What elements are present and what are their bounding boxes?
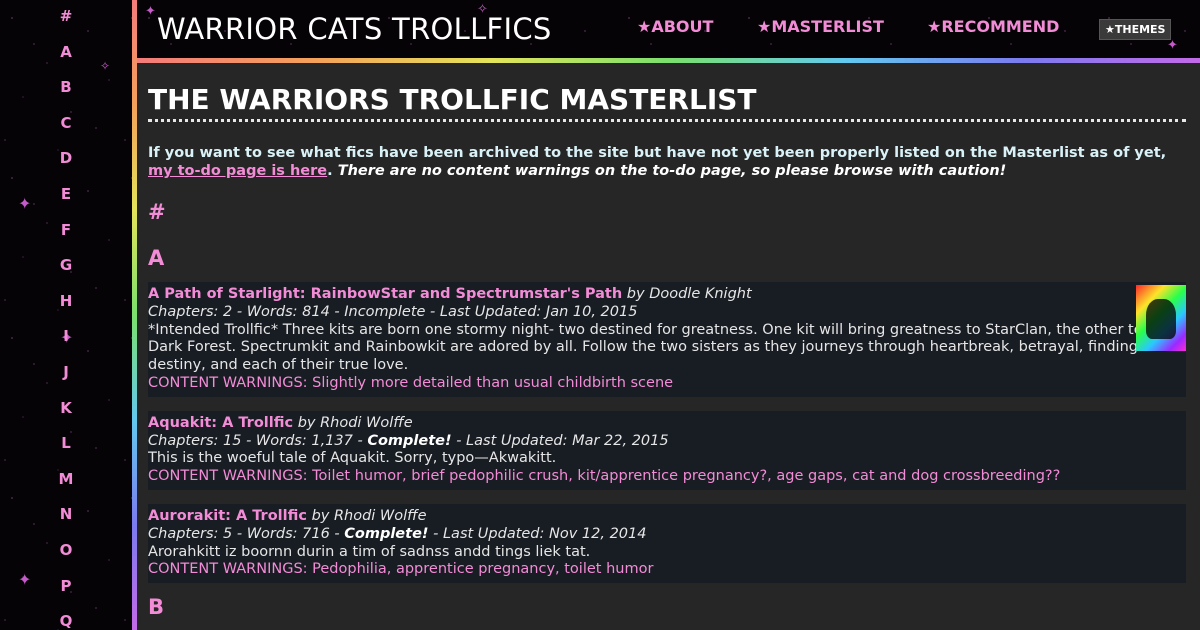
fic-author: by Rhodi Wolffe <box>297 414 413 431</box>
sparkle-icon: ✦ <box>145 4 156 19</box>
todo-page-link[interactable]: my to-do page is here <box>148 163 327 179</box>
fic-content-warnings: CONTENT WARNINGS: Pedophilia, apprentice… <box>148 561 654 578</box>
intro-warning: There are no content warnings on the to-… <box>337 163 1007 179</box>
alpha-link-l[interactable]: L <box>0 431 132 467</box>
fic-summary: This is the woeful tale of Aquakit. Sorr… <box>148 450 557 467</box>
nav-masterlist[interactable]: ★MASTERLIST <box>757 17 884 36</box>
alpha-link-f[interactable]: F <box>0 218 132 254</box>
site-header: ✦ ✧ ✦ WARRIOR CATS TROLLFICS ★ABOUT ★MAS… <box>137 0 1200 58</box>
alphabet-sidebar: ✦ ✦ ✦ ✧ # A B C D E F G H I J K L M N O … <box>0 0 132 630</box>
fic-content-warnings: CONTENT WARNINGS: Slightly more detailed… <box>148 374 674 391</box>
nav-recommend[interactable]: ★RECOMMEND <box>927 17 1059 36</box>
fic-title-row: A Path of Starlight: RainbowStar and Spe… <box>148 286 1186 304</box>
sparkle-icon: ✦ <box>1167 38 1178 53</box>
fic-title-link[interactable]: A Path of Starlight: RainbowStar and Spe… <box>148 286 622 302</box>
fic-meta-stats: Chapters: 15 - Words: 1,137 - <box>148 432 368 449</box>
alpha-link-b[interactable]: B <box>0 75 132 111</box>
fic-list: A Path of Starlight: RainbowStar and Spe… <box>148 282 1186 584</box>
nav-about[interactable]: ★ABOUT <box>637 17 713 36</box>
alphabet-nav: # A B C D E F G H I J K L M N O P Q <box>0 4 132 630</box>
fic-cover-thumbnail[interactable] <box>1136 285 1186 351</box>
alpha-link-h[interactable]: H <box>0 289 132 325</box>
fic-entry: A Path of Starlight: RainbowStar and Spe… <box>148 282 1186 397</box>
fic-status: Complete! <box>344 525 429 542</box>
fic-meta-updated: - Last Updated: Nov 12, 2014 <box>428 525 647 542</box>
fic-summary: *Intended Trollfic* Three kits are born … <box>148 321 1177 374</box>
sidebar-rainbow-border <box>132 0 137 630</box>
fic-title-row: Aquakit: A Trollfic by Rhodi Wolffe <box>148 415 1186 433</box>
alpha-link-q[interactable]: Q <box>0 609 132 630</box>
alpha-link-c[interactable]: C <box>0 111 132 147</box>
section-heading-a: A <box>148 246 165 270</box>
alpha-link-a[interactable]: A <box>0 40 132 76</box>
fic-title-row: Aurorakit: A Trollfic by Rhodi Wolffe <box>148 508 1186 526</box>
themes-button[interactable]: ★THEMES <box>1099 19 1172 40</box>
section-heading-b: B <box>148 595 165 620</box>
fic-entry: Aurorakit: A Trollfic by Rhodi Wolffe Ch… <box>148 503 1186 584</box>
alpha-link-hash[interactable]: # <box>0 4 132 40</box>
fic-meta-stats: Chapters: 5 - Words: 716 - <box>148 525 345 542</box>
alpha-link-m[interactable]: M <box>0 467 132 503</box>
section-heading-hash: # <box>148 200 166 224</box>
alpha-link-j[interactable]: J <box>0 360 132 396</box>
fic-meta: Chapters: 2 - Words: 814 - Incomplete - … <box>148 303 638 320</box>
fic-content-warnings: CONTENT WARNINGS: Toilet humor, brief pe… <box>148 468 1061 485</box>
fic-status: Complete! <box>367 432 452 449</box>
fic-author: by Doodle Knight <box>626 286 752 302</box>
intro-text-after: . <box>327 163 338 179</box>
fic-title-link[interactable]: Aquakit: A Trollfic <box>148 415 293 431</box>
alpha-link-k[interactable]: K <box>0 396 132 432</box>
fic-author: by Rhodi Wolffe <box>311 507 427 524</box>
fic-meta: Chapters: 15 - Words: 1,137 - Complete! … <box>148 433 1186 451</box>
fic-summary: Arorahkitt iz boornn durin a tim of sadn… <box>148 543 591 560</box>
intro-paragraph: If you want to see what fics have been a… <box>148 144 1186 180</box>
alpha-link-d[interactable]: D <box>0 146 132 182</box>
alpha-link-o[interactable]: O <box>0 538 132 574</box>
alpha-link-i[interactable]: I <box>0 324 132 360</box>
page-title: THE WARRIORS TROLLFIC MASTERLIST <box>148 83 1186 122</box>
intro-text: If you want to see what fics have been a… <box>148 145 1167 161</box>
alpha-link-p[interactable]: P <box>0 574 132 610</box>
fic-entry: Aquakit: A Trollfic by Rhodi Wolffe Chap… <box>148 410 1186 490</box>
main-content: THE WARRIORS TROLLFIC MASTERLIST If you … <box>148 63 1186 630</box>
site-title[interactable]: WARRIOR CATS TROLLFICS <box>157 12 552 46</box>
page: ✦ ✦ ✦ ✧ # A B C D E F G H I J K L M N O … <box>0 0 1200 630</box>
fic-title-link[interactable]: Aurorakit: A Trollfic <box>148 508 307 524</box>
alpha-link-e[interactable]: E <box>0 182 132 218</box>
alpha-link-n[interactable]: N <box>0 502 132 538</box>
alpha-link-g[interactable]: G <box>0 253 132 289</box>
fic-meta-updated: - Last Updated: Mar 22, 2015 <box>451 432 669 449</box>
fic-meta: Chapters: 5 - Words: 716 - Complete! - L… <box>148 526 1186 544</box>
